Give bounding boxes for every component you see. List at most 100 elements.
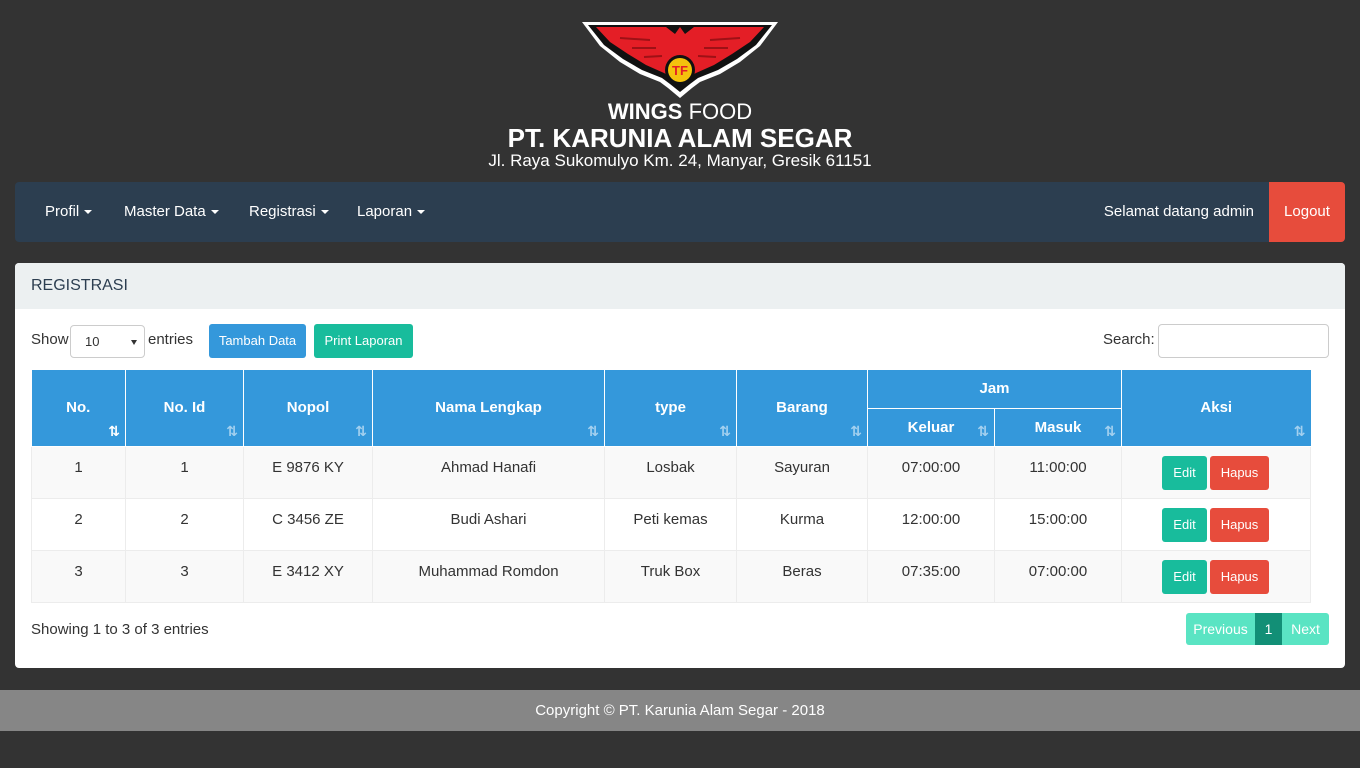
cell-masuk: 11:00:00 — [994, 445, 1122, 499]
cell-type: Peti kemas — [604, 497, 737, 551]
sort-icon: ⇅ — [1293, 422, 1306, 439]
nav-master-data-label: Master Data — [124, 203, 206, 220]
pagination-previous[interactable]: Previous — [1186, 613, 1255, 645]
cell-keluar: 07:00:00 — [867, 445, 995, 499]
cell-no: 1 — [31, 445, 126, 499]
sort-icon: ⇅ — [226, 422, 238, 439]
col-header-no-id[interactable]: No. Id ⇅ — [125, 370, 244, 447]
page-length-select[interactable]: 10 — [70, 325, 145, 358]
pagination-page-current[interactable]: 1 — [1255, 613, 1282, 645]
entries-label: entries — [148, 331, 194, 348]
table-row: 1 1 E 9876 KY Ahmad Hanafi Losbak Sayura… — [31, 445, 1311, 499]
brand-header: TF WINGS FOOD PT. KARUNIA ALAM SEGAR Jl.… — [0, 0, 1360, 182]
col-header-nama-label: Nama Lengkap — [435, 399, 542, 417]
page-length-value: 10 — [85, 334, 100, 349]
caret-down-icon — [210, 210, 219, 215]
col-header-keluar[interactable]: Keluar ⇅ — [867, 408, 995, 447]
nav-laporan-label: Laporan — [357, 203, 413, 220]
registrasi-panel: REGISTRASI Show 10 entries Tambah Data P… — [15, 263, 1345, 668]
cell-type: Truk Box — [604, 549, 737, 603]
col-header-nopol[interactable]: Nopol ⇅ — [243, 370, 373, 447]
caret-down-icon — [84, 210, 93, 215]
sort-icon: ⇅ — [977, 422, 989, 439]
cell-nama: Muhammad Romdon — [372, 549, 605, 603]
cell-no-id: 3 — [125, 549, 244, 603]
brand-wordmark: WINGS FOOD — [0, 99, 1360, 125]
svg-text:TF: TF — [672, 63, 688, 78]
table-info: Showing 1 to 3 of 3 entries — [31, 621, 209, 638]
hapus-button[interactable]: Hapus — [1210, 455, 1269, 490]
hapus-button[interactable]: Hapus — [1210, 559, 1269, 594]
cell-barang: Sayuran — [736, 445, 868, 499]
sort-asc-icon: ⇅ — [108, 422, 120, 439]
logout-button[interactable]: Logout — [1269, 182, 1345, 242]
cell-no: 2 — [31, 497, 126, 551]
edit-button[interactable]: Edit — [1162, 559, 1207, 594]
main-navbar: Profil Master Data Registrasi Laporan Se… — [15, 182, 1345, 242]
edit-button[interactable]: Edit — [1162, 455, 1207, 490]
welcome-text: Selamat datang admin — [1103, 203, 1254, 220]
cell-nopol: E 3412 XY — [243, 549, 373, 603]
search-input[interactable] — [1158, 324, 1329, 358]
panel-title: REGISTRASI — [15, 263, 1345, 309]
cell-nama: Ahmad Hanafi — [372, 445, 605, 499]
tambah-data-button[interactable]: Tambah Data — [209, 324, 306, 358]
col-header-nopol-label: Nopol — [286, 399, 330, 417]
nav-registrasi-label: Registrasi — [249, 203, 316, 220]
table-row: 2 2 C 3456 ZE Budi Ashari Peti kemas Kur… — [31, 497, 1311, 551]
sort-icon: ⇅ — [587, 422, 599, 439]
col-header-aksi-label: Aksi — [1200, 399, 1233, 417]
cell-keluar: 12:00:00 — [867, 497, 995, 551]
col-header-no-label: No. — [66, 399, 91, 417]
sort-icon: ⇅ — [719, 422, 731, 439]
col-header-masuk-label: Masuk — [1034, 418, 1082, 436]
cell-keluar: 07:35:00 — [867, 549, 995, 603]
show-label: Show — [31, 331, 69, 348]
sort-icon: ⇅ — [1104, 422, 1116, 439]
hapus-button[interactable]: Hapus — [1210, 507, 1269, 542]
col-header-no-id-label: No. Id — [163, 399, 206, 417]
cell-nopol: E 9876 KY — [243, 445, 373, 499]
col-header-masuk[interactable]: Masuk ⇅ — [994, 408, 1122, 447]
brand-wings-bold: WINGS — [607, 99, 683, 124]
cell-type: Losbak — [604, 445, 737, 499]
select-arrow-icon — [131, 340, 137, 345]
col-header-aksi[interactable]: Aksi ⇅ — [1121, 370, 1311, 447]
col-header-barang-label: Barang — [776, 399, 828, 417]
col-header-keluar-label: Keluar — [907, 418, 955, 436]
nav-registrasi-dropdown[interactable]: Registrasi — [249, 182, 329, 242]
nav-laporan-dropdown[interactable]: Laporan — [357, 182, 426, 242]
table-row: 3 3 E 3412 XY Muhammad Romdon Truk Box B… — [31, 549, 1311, 603]
brand-wings-light: FOOD — [688, 99, 753, 124]
nav-profil-dropdown[interactable]: Profil — [45, 182, 93, 242]
cell-masuk: 07:00:00 — [994, 549, 1122, 603]
nav-master-data-dropdown[interactable]: Master Data — [124, 182, 219, 242]
sort-icon: ⇅ — [355, 422, 367, 439]
search-label: Search: — [1103, 331, 1155, 348]
sort-icon: ⇅ — [850, 422, 862, 439]
cell-barang: Kurma — [736, 497, 868, 551]
cell-nopol: C 3456 ZE — [243, 497, 373, 551]
cell-barang: Beras — [736, 549, 868, 603]
cell-masuk: 15:00:00 — [994, 497, 1122, 551]
cell-no-id: 2 — [125, 497, 244, 551]
caret-down-icon — [320, 210, 329, 215]
registrasi-table: No. ⇅ No. Id ⇅ Nopol ⇅ Nama Lengkap ⇅ type ⇅ … — [31, 370, 1311, 603]
company-name: PT. KARUNIA ALAM SEGAR — [507, 123, 853, 153]
cell-no: 3 — [31, 549, 126, 603]
footer-copyright: Copyright © PT. Karunia Alam Segar - 201… — [0, 690, 1360, 731]
col-header-jam: Jam — [867, 370, 1122, 409]
col-header-type[interactable]: type ⇅ — [604, 370, 737, 447]
cell-aksi: Edit Hapus — [1121, 497, 1311, 551]
col-header-type-label: type — [655, 399, 686, 417]
col-header-barang[interactable]: Barang ⇅ — [736, 370, 868, 447]
company-address: Jl. Raya Sukomulyo Km. 24, Manyar, Gresi… — [488, 151, 872, 170]
pagination-next[interactable]: Next — [1282, 613, 1329, 645]
caret-down-icon — [417, 210, 426, 215]
edit-button[interactable]: Edit — [1162, 507, 1207, 542]
print-laporan-button[interactable]: Print Laporan — [314, 324, 413, 358]
col-header-no[interactable]: No. ⇅ — [31, 370, 126, 447]
col-header-nama[interactable]: Nama Lengkap ⇅ — [372, 370, 605, 447]
cell-nama: Budi Ashari — [372, 497, 605, 551]
cell-aksi: Edit Hapus — [1121, 549, 1311, 603]
